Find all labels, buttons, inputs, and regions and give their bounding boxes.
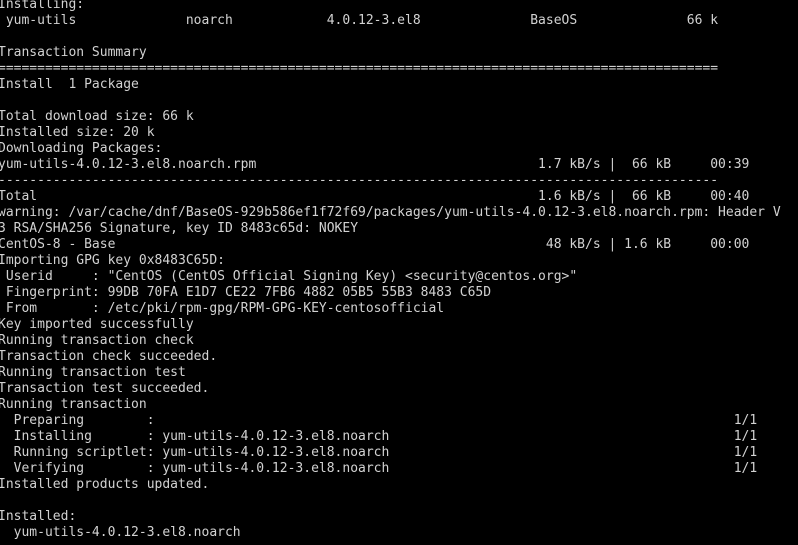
terminal-line: Installed: (0, 509, 77, 524)
terminal-line: Installing : yum-utils-4.0.12-3.el8.noar… (0, 429, 758, 444)
terminal-window[interactable]: Installing: yum-utils noarch 4.0.12-3.el… (0, 0, 798, 545)
terminal-line: 3 RSA/SHA256 Signature, key ID 8483c65d:… (0, 221, 359, 236)
terminal-line: Preparing : 1/1 (0, 413, 758, 428)
terminal-line: Fingerprint: 99DB 70FA E1D7 CE22 7FB6 48… (0, 285, 492, 300)
terminal-line: Key imported successfully (0, 317, 194, 332)
terminal-line: Transaction test succeeded. (0, 381, 210, 396)
terminal-line: yum-utils noarch 4.0.12-3.el8 BaseOS 66 … (0, 13, 719, 28)
terminal-line: Installed size: 20 k (0, 125, 155, 140)
terminal-line: Installing: (0, 0, 85, 12)
terminal-line: Total download size: 66 k (0, 109, 194, 124)
terminal-line: CentOS-8 - Base 48 kB/s | 1.6 kB 00:00 (0, 237, 750, 252)
terminal-line: Importing GPG key 0x8483C65D: (0, 253, 225, 268)
terminal-line: Installed products updated. (0, 477, 210, 492)
terminal-line: ----------------------------------------… (0, 173, 719, 188)
terminal-line: Running scriptlet: yum-utils-4.0.12-3.el… (0, 445, 758, 460)
terminal-line: yum-utils-4.0.12-3.el8.noarch (0, 525, 241, 540)
terminal-line: From : /etc/pki/rpm-gpg/RPM-GPG-KEY-cent… (0, 301, 445, 316)
terminal-line: Total 1.6 kB/s | 66 kB 00:40 (0, 189, 750, 204)
terminal-output: Installing: yum-utils noarch 4.0.12-3.el… (0, 0, 781, 541)
terminal-line: yum-utils-4.0.12-3.el8.noarch.rpm 1.7 kB… (0, 157, 750, 172)
terminal-line: Install 1 Package (0, 77, 139, 92)
terminal-line: ========================================… (0, 61, 719, 76)
terminal-line: Verifying : yum-utils-4.0.12-3.el8.noarc… (0, 461, 758, 476)
terminal-line: Running transaction check (0, 333, 194, 348)
terminal-line: Running transaction (0, 397, 147, 412)
terminal-line: Downloading Packages: (0, 141, 163, 156)
terminal-line: warning: /var/cache/dnf/BaseOS-929b586ef… (0, 205, 781, 220)
terminal-line: Transaction Summary (0, 45, 147, 60)
terminal-line: Userid : "CentOS (CentOS Official Signin… (0, 269, 578, 284)
terminal-line: Running transaction test (0, 365, 186, 380)
terminal-line: Transaction check succeeded. (0, 349, 218, 364)
